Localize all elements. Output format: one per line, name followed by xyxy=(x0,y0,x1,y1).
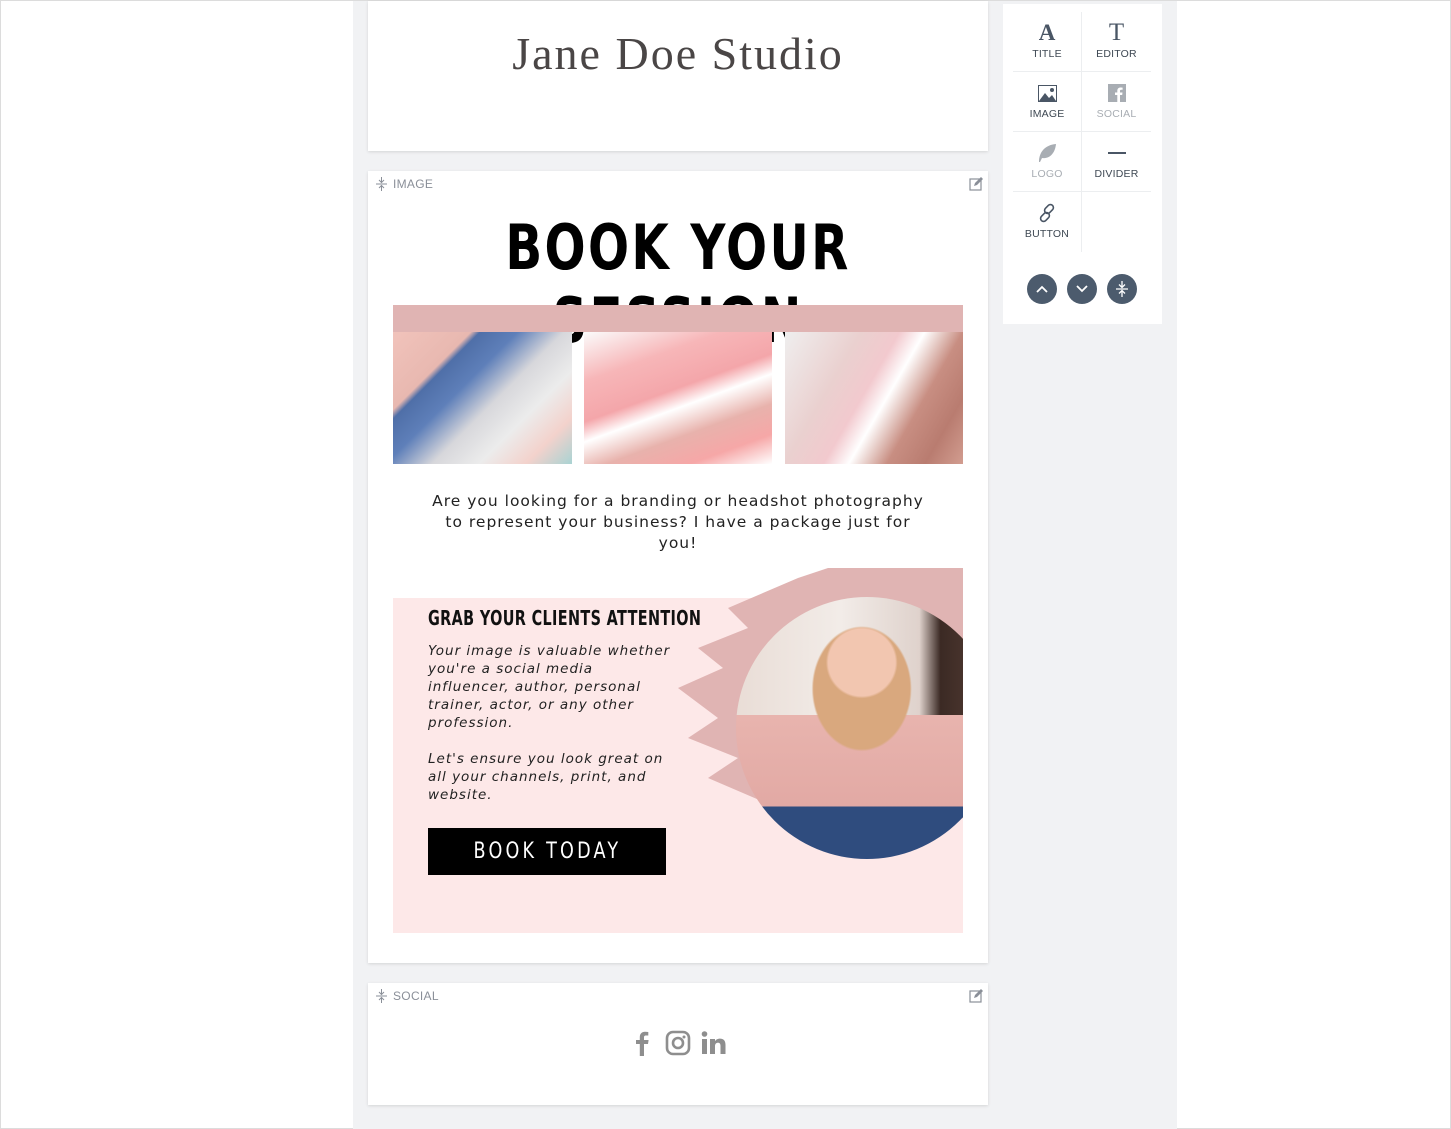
tool-label: BUTTON xyxy=(1024,228,1070,240)
collage-photo-notebook xyxy=(584,332,772,464)
tool-label: LOGO xyxy=(1031,168,1063,180)
collage-accent-bar xyxy=(393,305,963,332)
photo-collage xyxy=(393,305,963,464)
tool-title[interactable]: A TITLE xyxy=(1013,12,1082,72)
block-tool-panel: A TITLE T EDITOR IMAGE SOCIAL LOGO DIVID… xyxy=(1003,4,1162,324)
social-icons xyxy=(368,1029,988,1057)
promo-body: Your image is valuable whether you're a … xyxy=(428,642,673,804)
chevron-up-icon xyxy=(1036,285,1048,293)
promo-heading: GRAB YOUR CLIENTS ATTENTION xyxy=(428,606,702,630)
tool-image[interactable]: IMAGE xyxy=(1013,72,1082,132)
promo-paragraph: Let's ensure you look great on all your … xyxy=(428,751,664,803)
tool-label: TITLE xyxy=(1032,48,1062,60)
tool-editor[interactable]: T EDITOR xyxy=(1082,12,1151,72)
chevron-down-icon xyxy=(1076,285,1088,293)
title-icon: A xyxy=(1038,20,1056,45)
collage-photo-laptop xyxy=(785,332,963,464)
edit-icon[interactable] xyxy=(969,177,983,191)
collapse-button[interactable] xyxy=(1107,274,1137,304)
collapse-drag-icon[interactable] xyxy=(376,177,387,191)
facebook-icon[interactable] xyxy=(629,1029,655,1057)
facebook-icon xyxy=(1107,82,1126,104)
edit-icon[interactable] xyxy=(969,989,983,1003)
book-today-button[interactable]: BOOK TODAY xyxy=(428,828,666,875)
link-icon xyxy=(1037,202,1057,224)
book-today-label: BOOK TODAY xyxy=(473,839,621,864)
promo-panel: GRAB YOUR CLIENTS ATTENTION Your image i… xyxy=(393,568,963,933)
tool-empty-slot xyxy=(1082,192,1151,252)
tool-divider[interactable]: DIVIDER xyxy=(1082,132,1151,192)
move-down-button[interactable] xyxy=(1067,274,1097,304)
email-canvas: Jane Doe Studio IMAGE BOOK YOUR SESSION … xyxy=(353,1,1177,1129)
instagram-icon[interactable] xyxy=(665,1029,691,1057)
block-type-label: SOCIAL xyxy=(393,989,439,1003)
divider-icon xyxy=(1107,142,1126,164)
promo-paragraph: Your image is valuable whether you're a … xyxy=(428,643,671,731)
tool-grid: A TITLE T EDITOR IMAGE SOCIAL LOGO DIVID… xyxy=(1013,12,1151,252)
title-block[interactable]: Jane Doe Studio xyxy=(368,1,988,151)
block-type-label: IMAGE xyxy=(393,177,434,191)
collapse-icon xyxy=(1116,281,1128,297)
collage-photo-coffee xyxy=(393,332,572,464)
image-icon xyxy=(1037,82,1057,104)
tool-logo[interactable]: LOGO xyxy=(1013,132,1082,192)
block-label: SOCIAL xyxy=(376,989,439,1003)
move-up-button[interactable] xyxy=(1027,274,1057,304)
intro-text: Are you looking for a branding or headsh… xyxy=(432,492,924,552)
brand-title[interactable]: Jane Doe Studio xyxy=(368,27,988,80)
tool-label: SOCIAL xyxy=(1096,108,1137,120)
block-actions xyxy=(1027,274,1137,304)
linkedin-icon[interactable] xyxy=(701,1029,727,1057)
social-block[interactable]: SOCIAL xyxy=(368,983,988,1105)
leaf-icon xyxy=(1037,142,1057,164)
block-label: IMAGE xyxy=(376,177,433,191)
editor-icon: T xyxy=(1108,19,1125,46)
collapse-drag-icon[interactable] xyxy=(376,989,387,1003)
tool-label: DIVIDER xyxy=(1094,168,1139,180)
tool-button[interactable]: BUTTON xyxy=(1013,192,1082,252)
image-block[interactable]: IMAGE BOOK YOUR SESSION Are you looking … xyxy=(368,171,988,963)
tool-social[interactable]: SOCIAL xyxy=(1082,72,1151,132)
tool-label: IMAGE xyxy=(1029,108,1065,120)
tool-label: EDITOR xyxy=(1096,48,1137,60)
